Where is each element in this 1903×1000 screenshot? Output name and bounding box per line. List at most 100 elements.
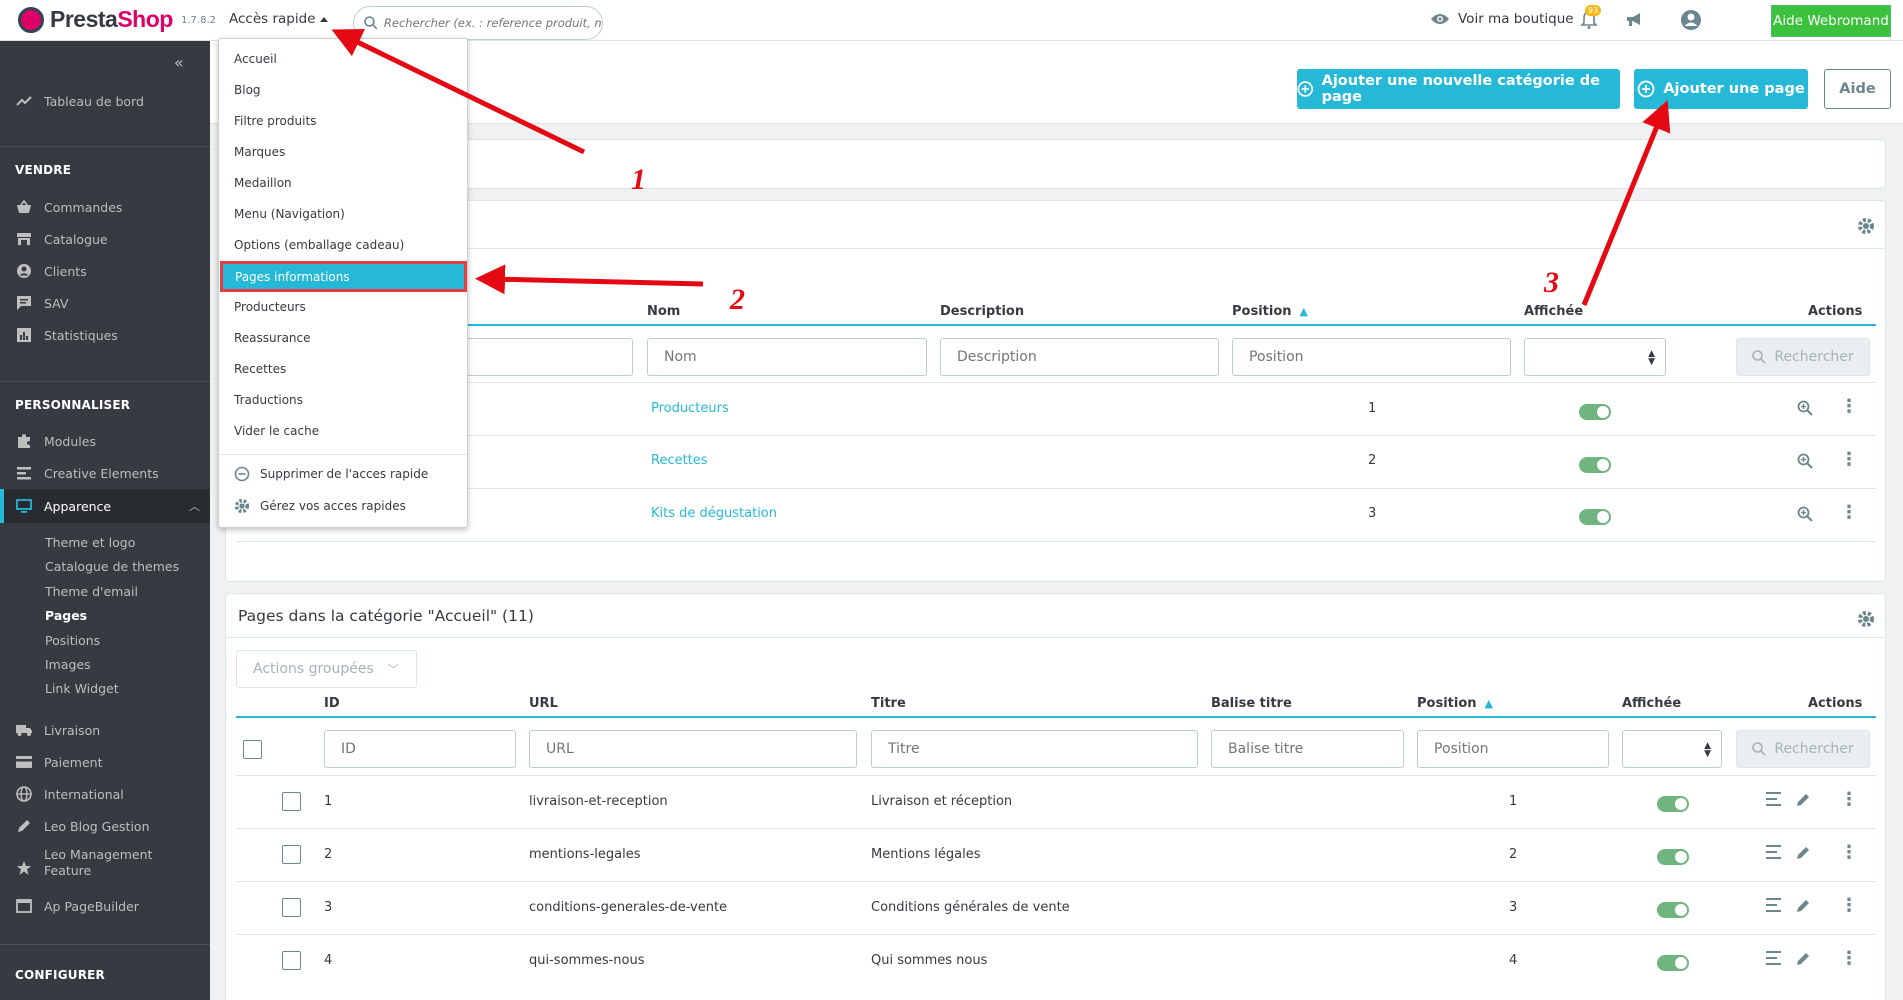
account-icon[interactable] (1680, 9, 1702, 31)
more-actions-icon[interactable]: ⋮ (1840, 398, 1858, 416)
help-button[interactable]: Aide (1824, 69, 1891, 109)
edit-pencil-icon[interactable] (1795, 845, 1811, 861)
category-displayed-toggle[interactable] (1579, 457, 1611, 473)
quick-access-item[interactable]: Vider le cache (234, 424, 319, 438)
search-input[interactable] (383, 16, 602, 30)
filter-page-title[interactable] (871, 730, 1198, 768)
sidebar-item-dashboard[interactable]: Tableau de bord (0, 85, 210, 117)
quick-access-item[interactable]: Menu (Navigation) (234, 207, 345, 221)
gear-icon[interactable] (1857, 217, 1875, 235)
sidebar-sub-theme-catalog[interactable]: Catalogue de themes (45, 559, 179, 574)
sort-up-icon[interactable]: ▲ (1300, 305, 1308, 318)
sidebar-item-catalog[interactable]: Catalogue (0, 223, 210, 255)
edit-pencil-icon[interactable] (1795, 792, 1811, 808)
category-name-link[interactable]: Kits de dégustation (651, 506, 777, 521)
col-meta-title[interactable]: Balise titre (1211, 696, 1292, 711)
gear-icon[interactable] (1857, 610, 1875, 628)
sidebar-item-leo-management[interactable]: Leo Management Feature (0, 847, 210, 883)
quick-access-toggle[interactable]: Accès rapide (229, 11, 328, 27)
col-name[interactable]: Nom (647, 304, 680, 319)
col-position[interactable]: Position ▲ (1417, 696, 1493, 711)
select-all-checkbox[interactable] (243, 740, 262, 759)
category-displayed-toggle[interactable] (1579, 509, 1611, 525)
filter-page-id[interactable] (324, 730, 516, 768)
sidebar-item-leo-blog[interactable]: Leo Blog Gestion (0, 810, 210, 842)
more-actions-icon[interactable]: ⋮ (1840, 897, 1858, 915)
zoom-icon[interactable] (1797, 400, 1813, 416)
page-displayed-toggle[interactable] (1657, 902, 1689, 918)
filter-category-description[interactable] (940, 338, 1219, 376)
sidebar-item-customers[interactable]: Clients (0, 255, 210, 287)
add-category-button[interactable]: Ajouter une nouvelle catégorie de page (1297, 69, 1620, 109)
col-position[interactable]: Position ▲ (1232, 304, 1308, 319)
collapse-sidebar-icon[interactable]: « (174, 53, 184, 72)
sidebar-item-orders[interactable]: Commandes (0, 191, 210, 223)
sidebar-item-stats[interactable]: Statistiques (0, 319, 210, 351)
list-icon[interactable] (1766, 845, 1781, 859)
add-page-button[interactable]: Ajouter une page (1634, 69, 1808, 109)
sidebar-item-appearance[interactable]: Apparence ︿ (0, 489, 210, 523)
prestashop-logo[interactable]: PrestaShop (18, 6, 173, 33)
filter-page-displayed[interactable]: ▲ ▼ (1622, 730, 1722, 768)
list-icon[interactable] (1766, 898, 1781, 912)
zoom-icon[interactable] (1797, 453, 1813, 469)
filter-category-position[interactable] (1232, 338, 1511, 376)
row-checkbox[interactable] (282, 898, 301, 917)
help-webromand-button[interactable]: Aide Webromand (1771, 5, 1891, 37)
more-actions-icon[interactable]: ⋮ (1840, 504, 1858, 522)
list-icon[interactable] (1766, 951, 1781, 965)
sort-up-icon[interactable]: ▲ (1485, 697, 1493, 710)
list-icon[interactable] (1766, 792, 1781, 806)
row-checkbox[interactable] (282, 845, 301, 864)
filter-category-id[interactable] (460, 338, 633, 376)
row-checkbox[interactable] (282, 951, 301, 970)
remove-quick-access[interactable]: Supprimer de l'acces rapide (234, 466, 428, 482)
sidebar-item-payment[interactable]: Paiement (0, 746, 210, 778)
edit-pencil-icon[interactable] (1795, 951, 1811, 967)
page-displayed-toggle[interactable] (1657, 955, 1689, 971)
page-displayed-toggle[interactable] (1657, 796, 1689, 812)
page-displayed-toggle[interactable] (1657, 849, 1689, 865)
sidebar-item-ap-pagebuilder[interactable]: Ap PageBuilder (0, 890, 210, 922)
more-actions-icon[interactable]: ⋮ (1840, 451, 1858, 469)
quick-access-item[interactable]: Recettes (234, 362, 286, 376)
quick-access-item[interactable]: Reassurance (234, 331, 311, 345)
sidebar-sub-pages[interactable]: Pages (45, 608, 87, 623)
filter-page-meta-title[interactable] (1211, 730, 1404, 768)
quick-access-item[interactable]: Blog (234, 83, 261, 97)
manage-quick-access[interactable]: Gérez vos acces rapides (234, 498, 406, 514)
category-name-link[interactable]: Recettes (651, 453, 708, 468)
edit-pencil-icon[interactable] (1795, 898, 1811, 914)
more-actions-icon[interactable]: ⋮ (1840, 844, 1858, 862)
sidebar-sub-images[interactable]: Images (45, 657, 91, 672)
sidebar-item-international[interactable]: International (0, 778, 210, 810)
category-name-link[interactable]: Producteurs (651, 401, 729, 416)
category-displayed-toggle[interactable] (1579, 404, 1611, 420)
pages-search-button[interactable]: Rechercher (1736, 730, 1870, 768)
megaphone-icon[interactable] (1625, 11, 1643, 27)
col-title[interactable]: Titre (871, 696, 906, 711)
sidebar-sub-link-widget[interactable]: Link Widget (45, 681, 119, 696)
more-actions-icon[interactable]: ⋮ (1840, 791, 1858, 809)
filter-category-name[interactable] (647, 338, 927, 376)
quick-access-item[interactable]: Accueil (234, 52, 277, 66)
quick-access-item[interactable]: Marques (234, 145, 285, 159)
quick-access-item[interactable]: Options (emballage cadeau) (234, 238, 404, 252)
quick-access-item-selected[interactable]: Pages informations (220, 261, 467, 292)
quick-access-item[interactable]: Filtre produits (234, 114, 316, 128)
sidebar-sub-email-theme[interactable]: Theme d'email (45, 584, 138, 599)
col-url[interactable]: URL (529, 696, 558, 711)
more-actions-icon[interactable]: ⋮ (1840, 950, 1858, 968)
filter-page-url[interactable] (529, 730, 857, 768)
view-shop-link[interactable]: Voir ma boutique (1430, 11, 1574, 27)
search-box[interactable] (353, 6, 603, 40)
sidebar-item-shipping[interactable]: Livraison (0, 714, 210, 746)
sidebar-item-modules[interactable]: Modules (0, 425, 210, 457)
filter-page-position[interactable] (1417, 730, 1609, 768)
category-search-button[interactable]: Rechercher (1736, 338, 1870, 376)
quick-access-item[interactable]: Producteurs (234, 300, 306, 314)
zoom-icon[interactable] (1797, 506, 1813, 522)
col-id[interactable]: ID (324, 696, 340, 711)
sidebar-sub-positions[interactable]: Positions (45, 633, 100, 648)
sidebar-item-creative-elements[interactable]: Creative Elements (0, 457, 210, 489)
